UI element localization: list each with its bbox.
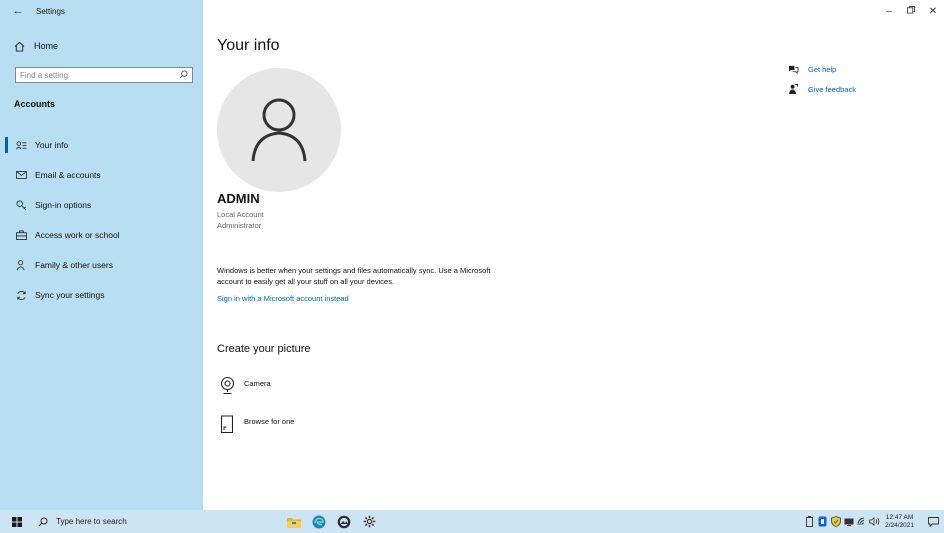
volume-tray-button[interactable] <box>868 510 881 533</box>
briefcase-icon <box>15 230 27 240</box>
taskbar: Type here to search 12:47 AM 2/24/2021 <box>0 510 944 533</box>
find-setting-search[interactable] <box>15 67 193 83</box>
file-explorer-button[interactable] <box>283 510 305 533</box>
nav-label: Access work or school <box>35 230 120 240</box>
give-feedback-label: Give feedback <box>808 84 856 94</box>
chat-help-icon <box>788 65 802 74</box>
minimize-icon: – <box>886 5 892 17</box>
wifi-tray-button[interactable] <box>855 510 868 533</box>
browse-option[interactable]: Browse for one <box>219 414 294 434</box>
speaker-icon <box>869 517 880 526</box>
edge-button[interactable] <box>308 510 330 533</box>
notifications-button[interactable] <box>922 510 944 533</box>
sync-description: Windows is better when your settings and… <box>217 266 491 286</box>
camera-option[interactable]: Camera <box>219 376 271 396</box>
status-shield-icon <box>818 516 827 527</box>
nav-item-access-work-school[interactable]: Access work or school <box>0 220 203 250</box>
camera-icon <box>219 376 235 396</box>
nav-label: Sign-in options <box>35 200 92 210</box>
battery-tray-button[interactable] <box>803 510 816 533</box>
nav-item-your-info[interactable]: Your info <box>0 130 203 160</box>
close-icon: ✕ <box>928 5 938 17</box>
windows-logo-icon <box>12 516 22 527</box>
taskbar-apps <box>283 510 383 533</box>
accounts-nav: Your info Email & accounts Sign-in optio… <box>0 130 203 310</box>
maximize-button[interactable] <box>900 0 922 22</box>
microsoft-account-link[interactable]: Sign in with a Microsoft account instead <box>217 294 349 303</box>
close-button[interactable]: ✕ <box>922 0 944 22</box>
photos-button[interactable] <box>333 510 355 533</box>
display-icon <box>844 518 854 526</box>
file-explorer-icon <box>287 517 301 528</box>
create-picture-heading: Create your picture <box>217 343 311 355</box>
wifi-icon <box>857 517 864 526</box>
nav-label: Family & other users <box>35 260 113 270</box>
notification-icon <box>927 516 939 527</box>
nav-item-sync-settings[interactable]: Sync your settings <box>0 280 203 310</box>
onedrive-tray-button[interactable] <box>816 510 829 533</box>
search-icon <box>179 66 188 84</box>
taskbar-search-placeholder: Type here to search <box>56 517 127 526</box>
nav-label: Sync your settings <box>35 290 105 300</box>
clock-time: 12:47 AM <box>885 513 914 521</box>
sidebar: ← Settings Home Accounts Your info Email… <box>0 0 203 510</box>
nav-item-family-other-users[interactable]: Family & other users <box>0 250 203 280</box>
security-tray-button[interactable] <box>829 510 842 533</box>
taskbar-clock[interactable]: 12:47 AM 2/24/2021 <box>885 514 914 530</box>
browse-label: Browse for one <box>244 417 295 426</box>
find-setting-input[interactable] <box>20 70 170 80</box>
gear-icon <box>363 515 375 528</box>
person-card-icon <box>15 140 27 150</box>
edge-icon <box>312 515 326 528</box>
file-icon <box>219 414 235 434</box>
settings-button[interactable] <box>358 510 380 533</box>
user-silhouette-icon <box>251 98 307 162</box>
search-icon <box>38 517 48 527</box>
app-title: Settings <box>36 6 65 16</box>
key-icon <box>15 200 27 211</box>
nav-item-email-accounts[interactable]: Email & accounts <box>0 160 203 190</box>
get-help-link[interactable]: Get help <box>788 65 836 74</box>
home-link[interactable]: Home <box>14 38 58 54</box>
nav-label: Your info <box>35 140 69 150</box>
start-button[interactable] <box>6 510 28 533</box>
account-role: Administrator <box>217 221 262 230</box>
feedback-person-icon <box>788 84 802 94</box>
account-type: Local Account <box>217 210 264 219</box>
mail-icon <box>15 171 27 179</box>
home-icon <box>14 41 28 52</box>
user-name: ADMIN <box>217 191 260 206</box>
taskbar-search[interactable]: Type here to search <box>38 510 223 533</box>
nav-label: Email & accounts <box>35 170 101 180</box>
back-arrow-icon: ← <box>12 5 24 17</box>
title-bar: ← Settings <box>0 0 203 22</box>
give-feedback-link[interactable]: Give feedback <box>788 84 856 94</box>
people-icon <box>15 259 27 271</box>
home-label: Home <box>34 41 59 51</box>
maximize-icon <box>907 5 915 17</box>
window-controls: – ✕ <box>878 0 944 22</box>
section-title-accounts: Accounts <box>14 99 56 109</box>
get-help-label: Get help <box>808 65 837 74</box>
page-title: Your info <box>217 37 280 54</box>
sync-icon <box>15 290 27 301</box>
shield-icon <box>830 516 841 527</box>
back-button[interactable]: ← <box>0 0 36 22</box>
avatar <box>217 68 341 192</box>
camera-label: Camera <box>244 379 271 388</box>
minimize-button[interactable]: – <box>878 0 900 22</box>
photos-icon <box>337 515 351 528</box>
nav-item-sign-in-options[interactable]: Sign-in options <box>0 190 203 220</box>
network-tray-button[interactable] <box>842 510 855 533</box>
system-tray: 12:47 AM 2/24/2021 <box>803 510 944 533</box>
battery-icon <box>806 516 814 527</box>
clock-date: 2/24/2021 <box>885 521 914 529</box>
